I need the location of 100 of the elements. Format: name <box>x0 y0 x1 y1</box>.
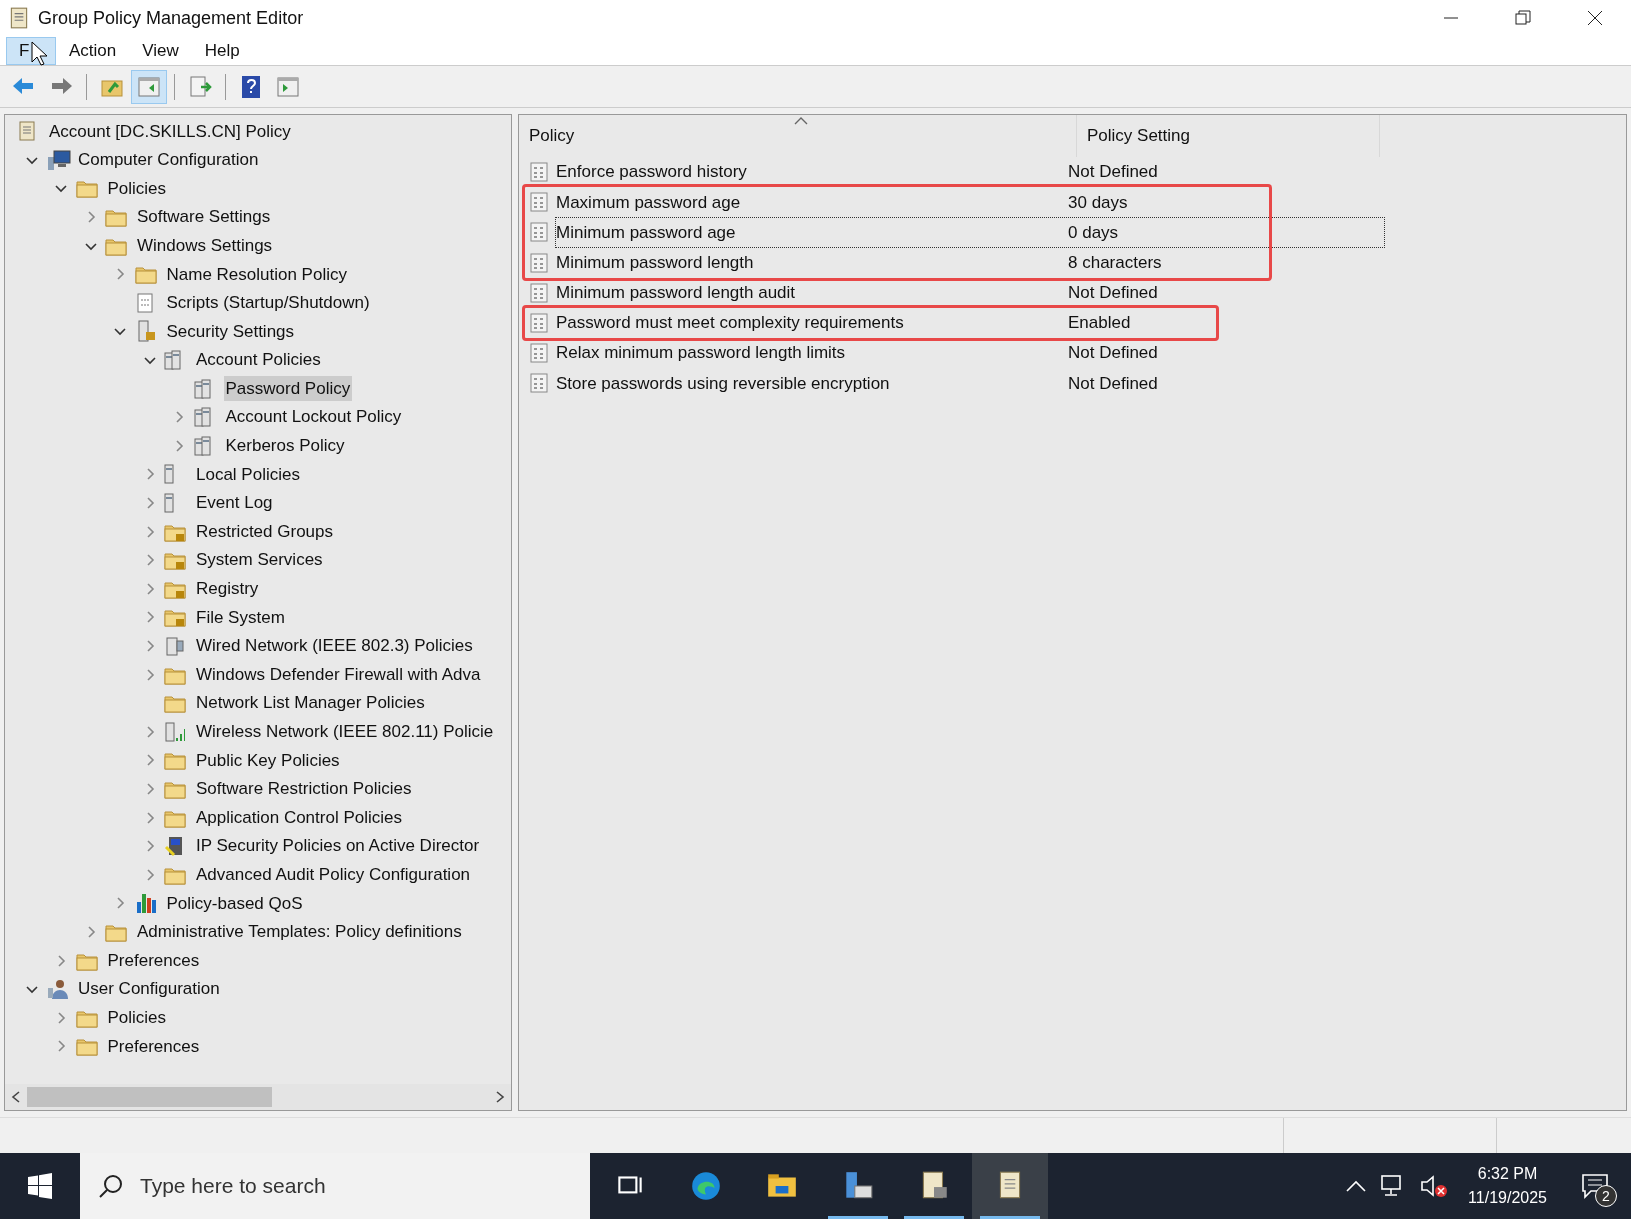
row[interactable]: Password must meet complexity requirements Enabled <box>555 307 1385 339</box>
notification-button[interactable]: 2 <box>1567 1153 1623 1219</box>
tree-item[interactable]: Public Key Policies <box>194 747 342 774</box>
tree-item[interactable]: Name Resolution Policy <box>164 261 349 287</box>
policy-setting: 30 days <box>1068 191 1128 214</box>
servers-icon <box>164 349 181 372</box>
tree-item[interactable]: Software Settings <box>135 204 273 230</box>
horizontal-scrollbar[interactable] <box>5 1084 511 1110</box>
policy-icon <box>529 372 549 395</box>
tree-item[interactable]: Administrative Templates: Policy definitions <box>135 919 464 945</box>
volume-muted-icon[interactable] <box>1420 1174 1449 1198</box>
windows-logo-icon <box>27 1173 53 1199</box>
row[interactable]: Relax minimum password length limits Not Defined <box>555 338 1385 369</box>
restore-icon <box>1515 10 1531 26</box>
policy-icon <box>529 221 549 244</box>
tree-item[interactable]: Account Policies <box>194 347 323 373</box>
tree-item[interactable]: Wireless Network (IEEE 802.11) Policie <box>194 719 496 745</box>
tree-item[interactable]: Policies <box>105 175 169 202</box>
clock-time[interactable]: 6:32 PM <box>1477 1162 1538 1186</box>
column-header[interactable]: Policy <box>519 115 1077 157</box>
row[interactable]: Minimum password age 0 days <box>555 217 1385 248</box>
chevron-down-icon[interactable] <box>25 983 38 996</box>
policy-name: Minimum password age <box>556 221 737 244</box>
user-icon <box>46 978 70 1001</box>
tree-item[interactable]: Wired Network (IEEE 802.3) Policies <box>194 633 475 659</box>
tree-item[interactable]: User Configuration <box>76 976 222 1002</box>
tree-item[interactable]: Password Policy <box>223 375 353 402</box>
policy-name: Enforce password history <box>556 161 748 184</box>
menu-item[interactable]: Action <box>56 36 130 65</box>
chevron-right-icon[interactable] <box>173 439 185 452</box>
scroll-icon <box>17 120 37 143</box>
tree-item[interactable]: Scripts (Startup/Shutdown) <box>164 290 372 316</box>
tree-item[interactable]: File System <box>194 604 287 631</box>
scroll-left-icon[interactable] <box>11 1091 21 1103</box>
chevron-right-icon[interactable] <box>55 1011 67 1024</box>
row[interactable]: Minimum password length audit Not Defined <box>555 277 1385 308</box>
bar-chart-icon <box>134 892 159 915</box>
tree-item[interactable]: Network List Manager Policies <box>194 690 427 716</box>
caret-up-icon[interactable] <box>1346 1180 1367 1192</box>
scrollbar-thumb[interactable] <box>27 1087 272 1107</box>
servers-icon <box>193 377 211 400</box>
locked-folder-icon <box>164 550 186 571</box>
minimize-icon <box>1443 17 1459 19</box>
show-tree-icon[interactable] <box>131 69 167 104</box>
servers-icon <box>193 406 211 429</box>
tree-item[interactable]: Account Lockout Policy <box>223 404 404 430</box>
tree-item[interactable]: Restricted Groups <box>194 518 335 545</box>
tree-item[interactable]: Windows Settings <box>135 232 275 259</box>
policy-setting: Enabled <box>1068 312 1131 335</box>
tree-item[interactable]: Policy-based QoS <box>164 890 305 917</box>
tree-item[interactable]: Preferences <box>105 1033 202 1060</box>
chevron-right-icon[interactable] <box>55 954 67 967</box>
folder-icon <box>105 207 127 228</box>
row[interactable]: Store passwords using reversible encryption Not Defined <box>555 368 1385 399</box>
menu-item[interactable]: View <box>129 36 192 65</box>
server-icon <box>164 463 174 486</box>
row[interactable]: Maximum password age 30 days <box>555 187 1385 218</box>
chevron-right-icon[interactable] <box>114 268 126 281</box>
column-header[interactable]: Policy Setting <box>1077 115 1380 157</box>
row[interactable]: Enforce password history Not Defined <box>555 157 1385 188</box>
chevron-down-icon[interactable] <box>143 354 156 367</box>
folder-icon <box>75 178 98 199</box>
menu-item[interactable]: Help <box>191 36 253 65</box>
search-field[interactable]: Type here to search <box>80 1153 590 1219</box>
tree-item[interactable]: Security Settings <box>164 318 297 345</box>
policy-name: Relax minimum password length limits <box>556 342 847 365</box>
row[interactable]: Minimum password length 8 characters <box>555 247 1385 278</box>
taskbar-app[interactable] <box>972 1153 1048 1219</box>
chevron-right-icon[interactable] <box>173 411 185 424</box>
policy-setting: 0 days <box>1068 221 1119 244</box>
tree-item[interactable]: Advanced Audit Policy Configuration <box>194 862 473 888</box>
close-icon <box>1587 10 1603 26</box>
tree-item[interactable]: Kerberos Policy <box>223 433 347 459</box>
chevron-down-icon[interactable] <box>114 325 126 338</box>
scroll-right-icon[interactable] <box>495 1091 505 1103</box>
menu-item[interactable]: F <box>6 36 56 65</box>
clock-date[interactable]: 11/19/2025 <box>1468 1186 1547 1210</box>
tree-item[interactable]: Local Policies <box>194 461 302 488</box>
wireless-chart-icon <box>164 720 186 743</box>
folder-icon <box>134 264 157 285</box>
tree-item[interactable]: Software Restriction Policies <box>194 776 414 802</box>
locked-folder-icon <box>164 607 186 628</box>
policy-icon <box>529 342 549 365</box>
policy-icon <box>529 312 549 335</box>
tree-item[interactable]: IP Security Policies on Active Director <box>194 833 482 859</box>
tree-item[interactable]: System Services <box>194 547 325 573</box>
tree-item[interactable]: Account [DC.SKILLS.CN] Policy <box>47 118 293 145</box>
window-title: Group Policy Management Editor <box>38 6 304 30</box>
chevron-right-icon[interactable] <box>55 1040 67 1053</box>
tree-item[interactable]: Policies <box>105 1004 169 1031</box>
chevron-down-icon[interactable] <box>55 182 67 195</box>
tree-item[interactable]: Application Control Policies <box>194 804 404 831</box>
tree-item[interactable]: Preferences <box>105 947 202 974</box>
tree-item[interactable]: Registry <box>194 576 261 602</box>
policy-setting: 8 characters <box>1068 251 1162 274</box>
tree-item[interactable]: Windows Defender Firewall with Adva <box>194 661 483 688</box>
policy-setting: Not Defined <box>1068 161 1158 184</box>
chevron-right-icon[interactable] <box>114 897 126 910</box>
tree-item[interactable]: Computer Configuration <box>76 147 261 173</box>
tree-item[interactable]: Event Log <box>194 490 275 516</box>
